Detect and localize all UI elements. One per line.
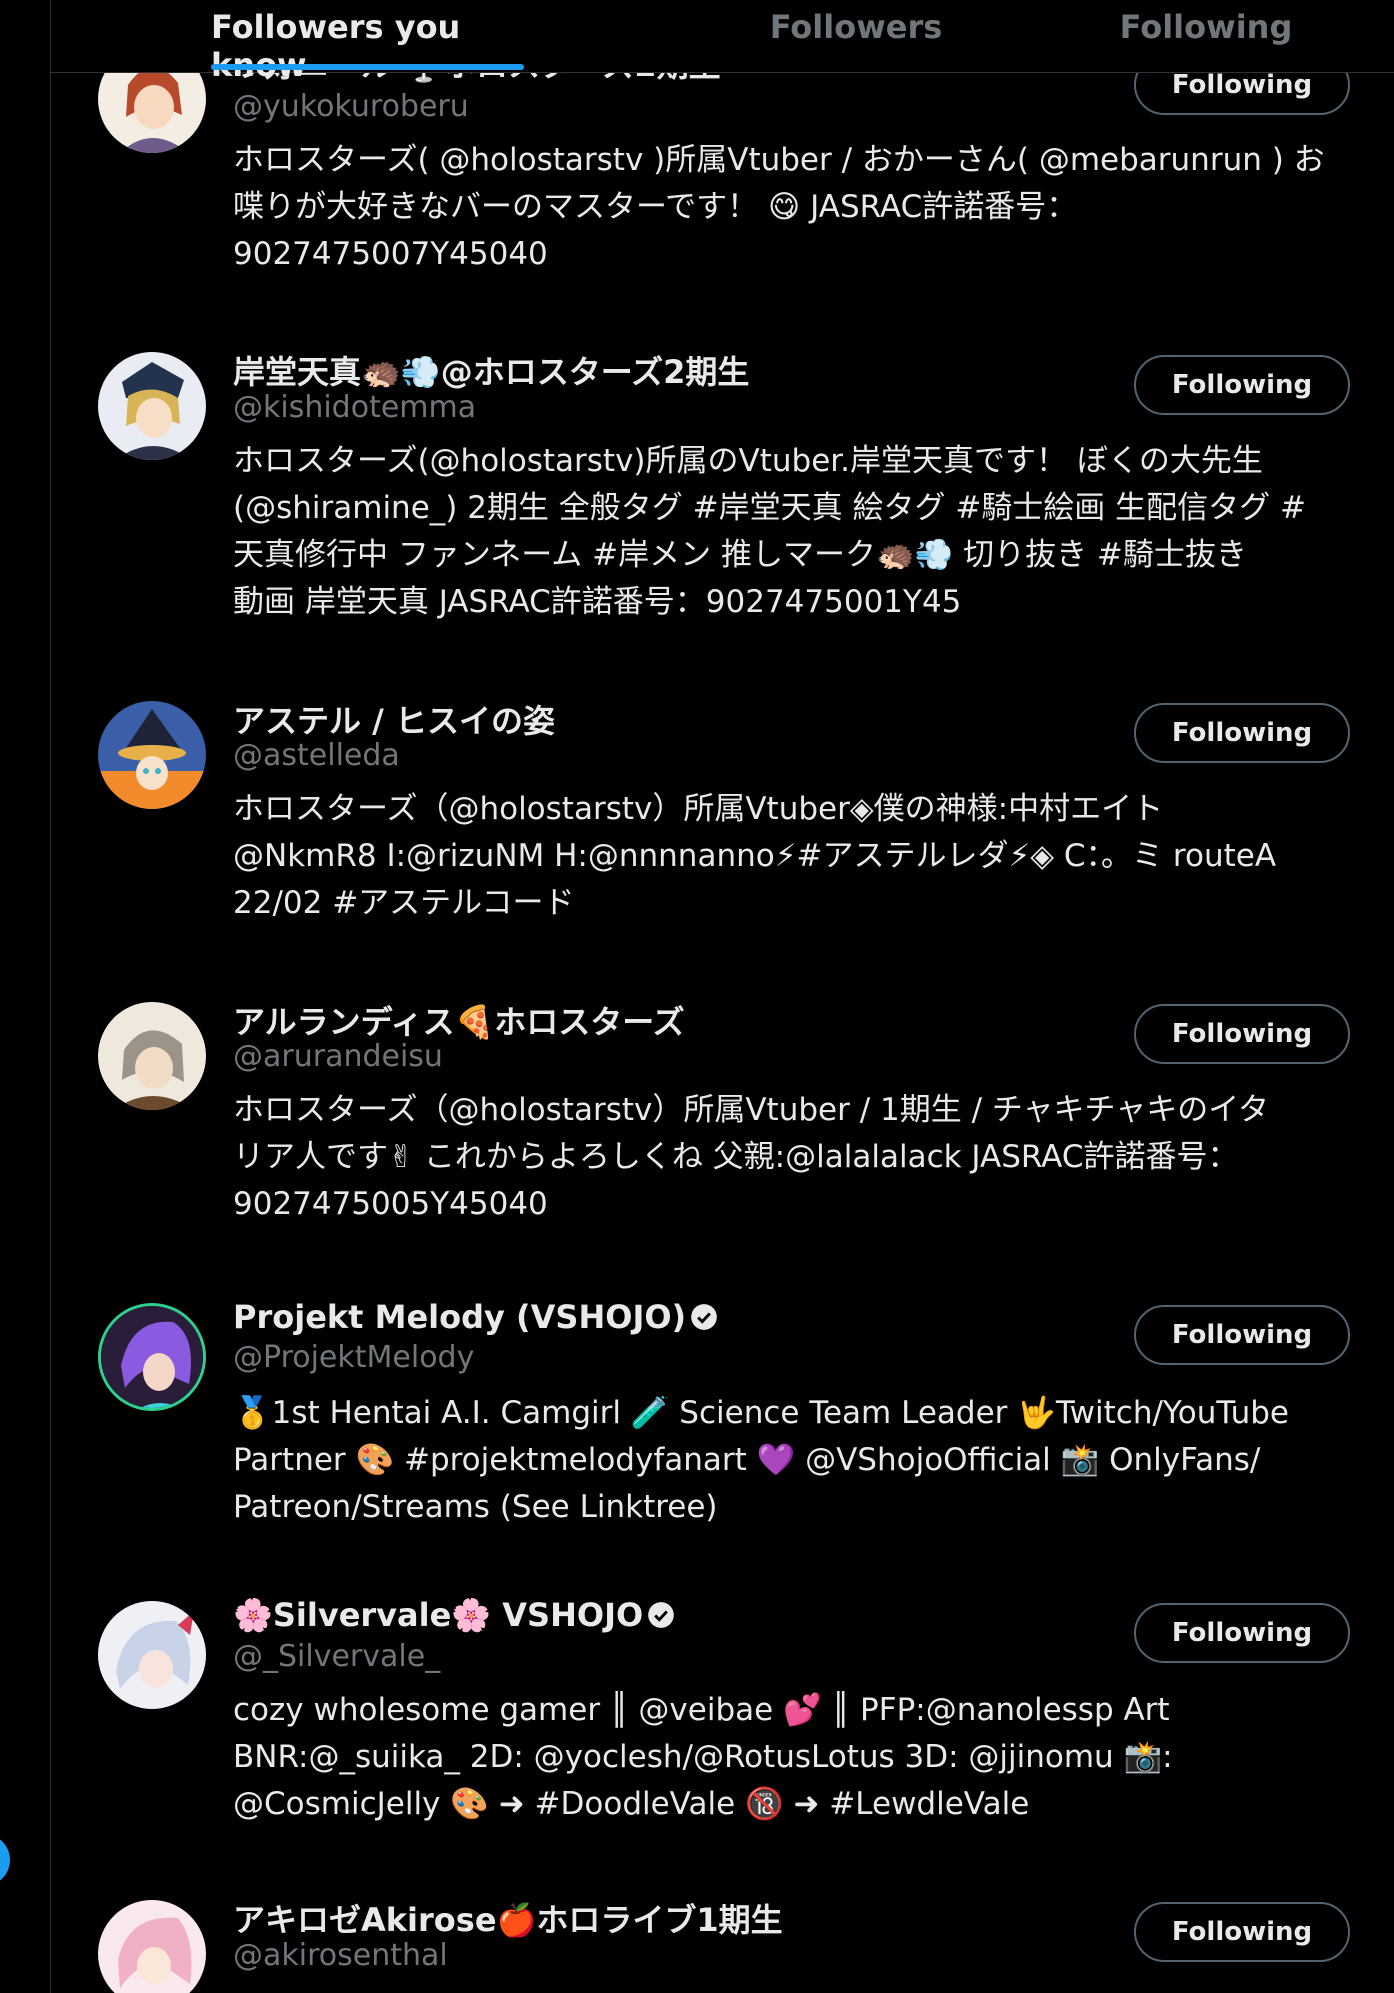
following-button[interactable]: Following bbox=[1134, 1603, 1350, 1663]
user-bio: cozy wholesome gamer ║ @veibae 💕 ║ PFP:@… bbox=[233, 1692, 1173, 1822]
user-handle[interactable]: @_Silvervale_ bbox=[233, 1639, 440, 1674]
following-button[interactable]: Following bbox=[1134, 1004, 1350, 1064]
user-bio: ホロスターズ（@holostarstv）所属Vtuber / 1期生 / チャキ… bbox=[233, 1092, 1270, 1222]
following-button[interactable]: Following bbox=[1134, 355, 1350, 415]
user-name[interactable]: アルランディス🍕ホロスターズ bbox=[233, 997, 685, 1043]
avatar-anime-pink-hair-icon bbox=[98, 1900, 206, 1993]
user-handle[interactable]: @kishidotemma bbox=[233, 390, 476, 425]
avatar[interactable] bbox=[98, 1303, 206, 1411]
avatar-anime-blonde-knight-icon bbox=[98, 352, 206, 460]
tab-followers-you-know[interactable]: Followers you know bbox=[211, 0, 524, 84]
user-bio: 🥇1st Hentai A.I. Camgirl 🧪 Science Team … bbox=[233, 1395, 1289, 1525]
tab-following[interactable]: Following bbox=[1061, 0, 1351, 72]
user-name[interactable]: アステル / ヒスイの姿 bbox=[233, 696, 555, 742]
user-name[interactable]: 🌸Silvervale🌸 VSHOJO bbox=[233, 1596, 675, 1634]
main-column: ウ好ニール 🍸ホロスターズ2期生 @yukokuroberu ホロスターズ( @… bbox=[51, 0, 1394, 1993]
avatar[interactable] bbox=[98, 352, 206, 460]
user-handle[interactable]: @ProjektMelody bbox=[233, 1340, 474, 1375]
verified-badge-icon bbox=[691, 1304, 718, 1330]
user-bio: ホロスターズ（@holostarstv）所属Vtuber◈僕の神様:中村エイト … bbox=[233, 791, 1277, 921]
user-name[interactable]: アキロゼAkirose🍎ホロライブ1期生 bbox=[233, 1895, 783, 1941]
avatar[interactable] bbox=[98, 701, 206, 809]
user-handle[interactable]: @arurandeisu bbox=[233, 1039, 443, 1074]
tab-bar: Followers you know Followers Following bbox=[51, 0, 1394, 84]
avatar-anime-witch-hat-icon bbox=[98, 701, 206, 809]
avatar-anime-grey-hair-icon bbox=[98, 1002, 206, 1110]
user-handle[interactable]: @astelleda bbox=[233, 738, 400, 773]
left-sidebar bbox=[0, 0, 51, 1993]
user-bio: ホロスターズ( @holostarstv )所属Vtuber / おかーさん( … bbox=[233, 142, 1325, 272]
user-name-text[interactable]: Projekt Melody (VSHOJO) bbox=[233, 1298, 686, 1336]
compose-button[interactable] bbox=[0, 1834, 10, 1886]
avatar-anime-purple-hair-icon bbox=[101, 1306, 203, 1408]
user-bio: ホロスターズ(@holostarstv)所属のVtuber.岸堂天真です！ ぼく… bbox=[233, 443, 1306, 620]
user-name[interactable]: 岸堂天真🦔💨@ホロスターズ2期生 bbox=[233, 347, 749, 393]
user-name-text[interactable]: 🌸Silvervale🌸 VSHOJO bbox=[233, 1596, 643, 1634]
user-handle[interactable]: @yukokuroberu bbox=[233, 89, 469, 124]
active-tab-indicator bbox=[211, 64, 524, 70]
verified-badge-icon bbox=[648, 1602, 675, 1628]
avatar[interactable] bbox=[98, 1601, 206, 1709]
following-button[interactable]: Following bbox=[1134, 703, 1350, 763]
following-button[interactable]: Following bbox=[1134, 1305, 1350, 1365]
avatar[interactable] bbox=[98, 1002, 206, 1110]
avatar[interactable] bbox=[98, 1900, 206, 1993]
user-handle[interactable]: @akirosenthal bbox=[233, 1938, 448, 1973]
user-name[interactable]: Projekt Melody (VSHOJO) bbox=[233, 1298, 718, 1336]
following-button[interactable]: Following bbox=[1134, 1902, 1350, 1962]
avatar-anime-silver-hair-icon bbox=[98, 1601, 206, 1709]
tab-followers[interactable]: Followers bbox=[711, 0, 1001, 72]
